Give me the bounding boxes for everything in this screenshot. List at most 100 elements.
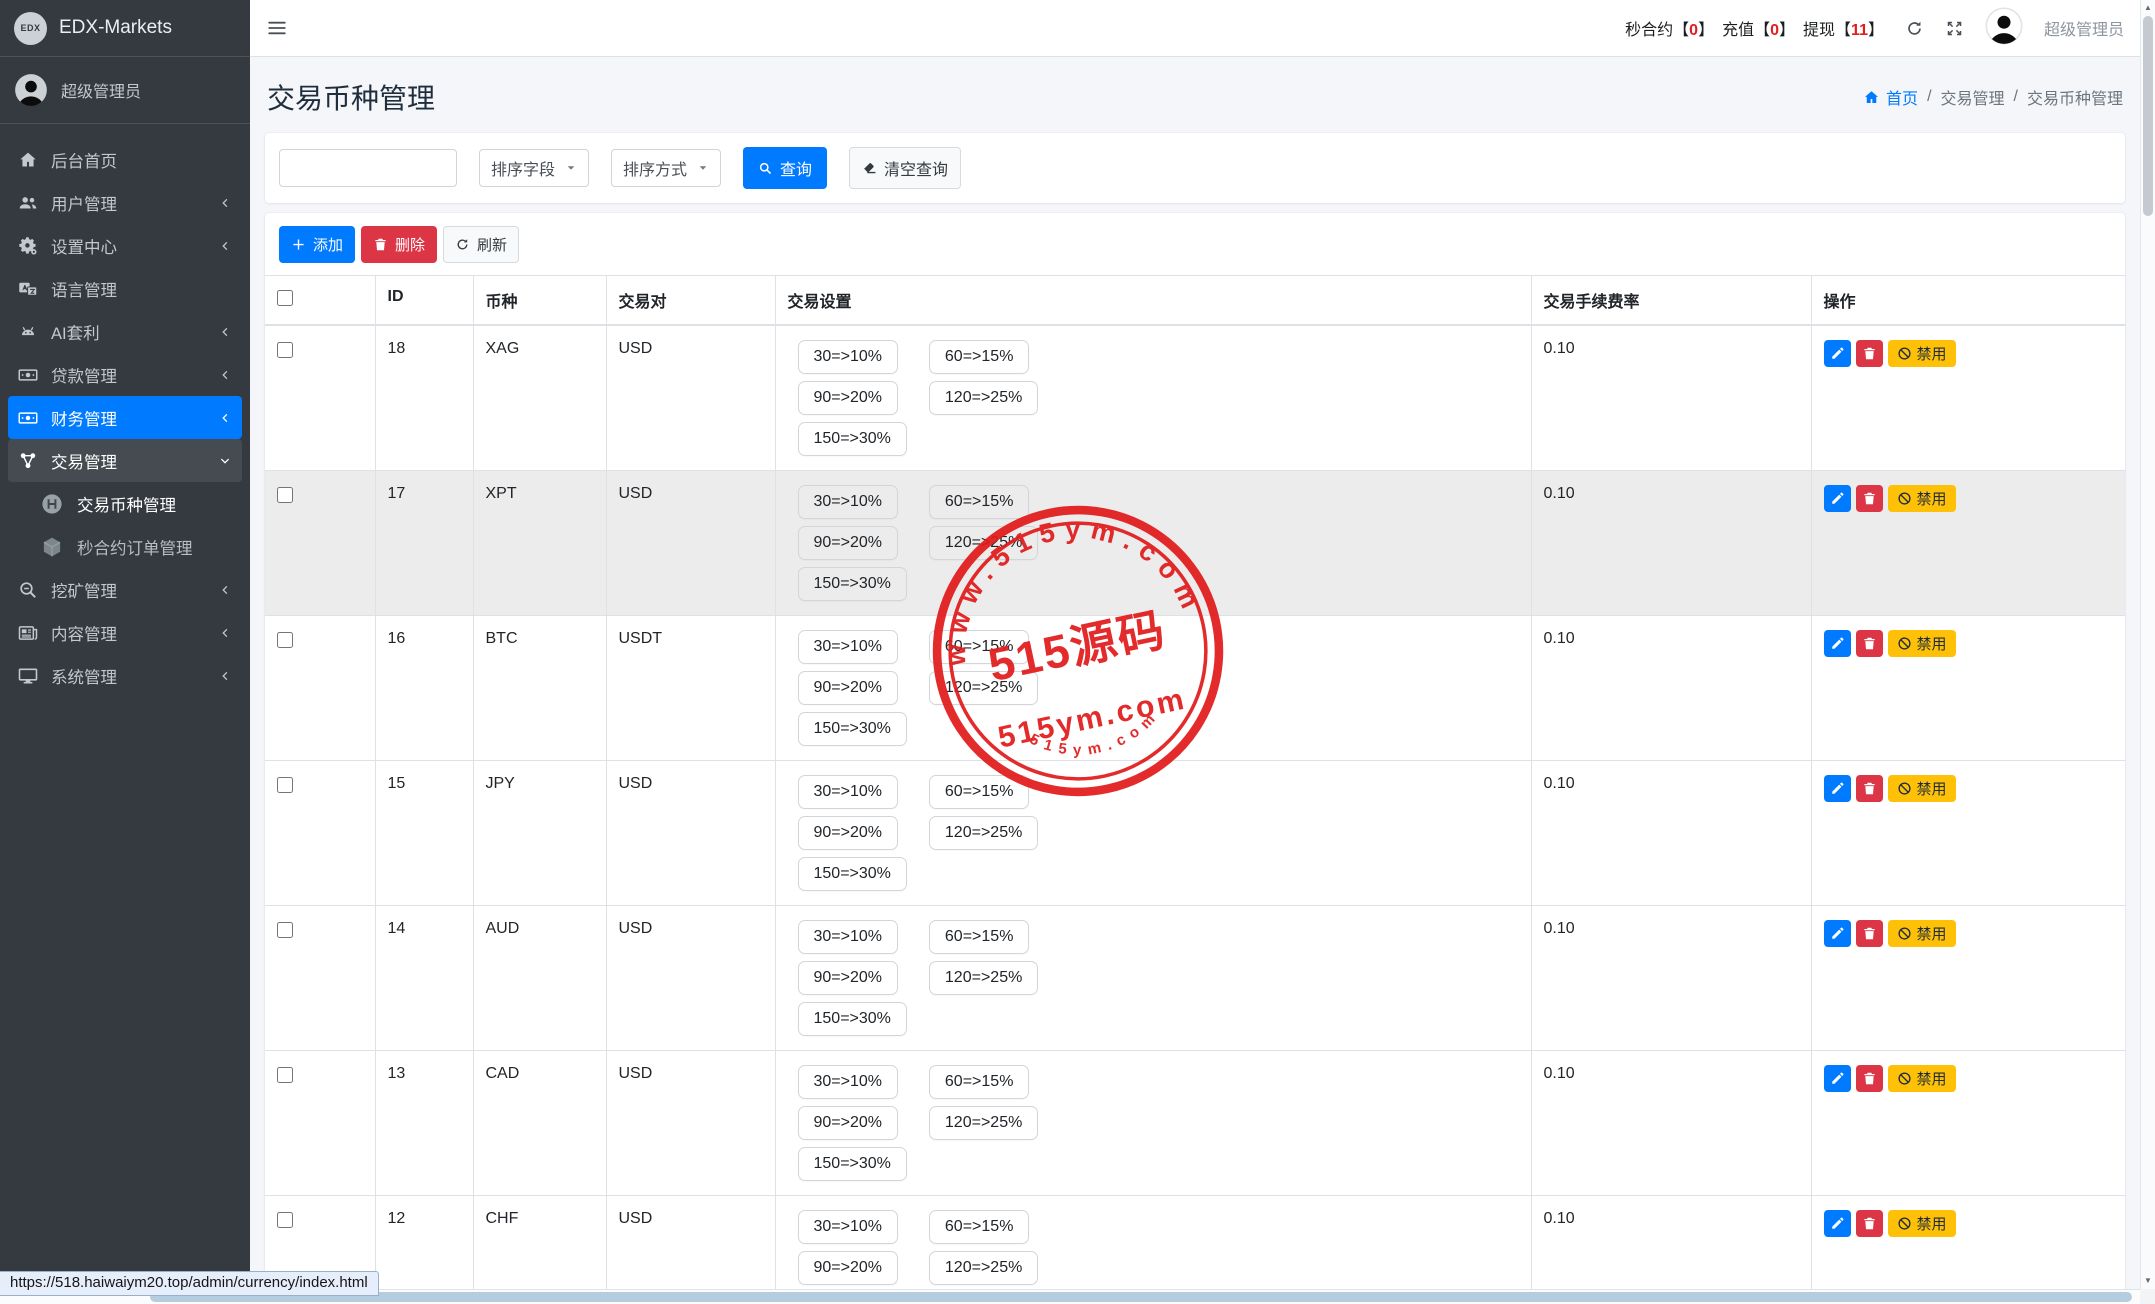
- add-button[interactable]: 添加: [279, 226, 355, 263]
- delete-button[interactable]: [1856, 630, 1883, 657]
- setting-pill[interactable]: 150=>30%: [798, 712, 907, 746]
- setting-pill[interactable]: 30=>10%: [798, 920, 899, 954]
- setting-pill[interactable]: 60=>15%: [929, 630, 1030, 664]
- setting-pill[interactable]: 90=>20%: [798, 816, 899, 850]
- edit-button[interactable]: [1824, 1065, 1851, 1092]
- row-checkbox[interactable]: [277, 922, 293, 938]
- sidebar-user-panel[interactable]: 超级管理员: [0, 57, 250, 124]
- scroll-up-arrow-icon[interactable]: ▲: [2141, 1, 2155, 15]
- sidebar-item-loans[interactable]: 贷款管理: [8, 353, 242, 396]
- setting-pill[interactable]: 150=>30%: [798, 857, 907, 891]
- select-all-checkbox[interactable]: [277, 290, 293, 306]
- setting-pill[interactable]: 90=>20%: [798, 1251, 899, 1285]
- setting-pill[interactable]: 150=>30%: [798, 567, 907, 601]
- setting-pill[interactable]: 30=>10%: [798, 630, 899, 664]
- setting-pill[interactable]: 60=>15%: [929, 340, 1030, 374]
- setting-pill[interactable]: 60=>15%: [929, 1065, 1030, 1099]
- setting-pill[interactable]: 150=>30%: [798, 1002, 907, 1036]
- sidebar-item-language[interactable]: 语言管理: [8, 267, 242, 310]
- brand[interactable]: EDX EDX-Markets: [0, 0, 250, 57]
- disable-button[interactable]: 禁用: [1888, 340, 1956, 367]
- column-header: 交易对: [606, 276, 775, 326]
- sidebar-item-trade-currency[interactable]: 交易币种管理: [8, 482, 242, 525]
- setting-pill[interactable]: 30=>10%: [798, 1065, 899, 1099]
- disable-button[interactable]: 禁用: [1888, 775, 1956, 802]
- fullscreen-icon[interactable]: [1945, 19, 1964, 38]
- edit-button[interactable]: [1824, 630, 1851, 657]
- setting-pill[interactable]: 60=>15%: [929, 775, 1030, 809]
- pencil-icon: [1830, 926, 1845, 941]
- hamburger-icon[interactable]: [266, 17, 288, 39]
- refresh-icon[interactable]: [1905, 19, 1924, 38]
- setting-pill[interactable]: 30=>10%: [798, 775, 899, 809]
- delete-selected-button[interactable]: 删除: [361, 226, 437, 263]
- scroll-down-arrow-icon[interactable]: ▼: [2141, 1274, 2155, 1288]
- setting-pill[interactable]: 120=>25%: [929, 961, 1038, 995]
- setting-pill[interactable]: 120=>25%: [929, 671, 1038, 705]
- delete-button[interactable]: [1856, 1065, 1883, 1092]
- setting-pill[interactable]: 120=>25%: [929, 1106, 1038, 1140]
- disable-button[interactable]: 禁用: [1888, 920, 1956, 947]
- avatar[interactable]: [1985, 7, 2023, 50]
- setting-pill[interactable]: 30=>10%: [798, 1210, 899, 1244]
- row-checkbox[interactable]: [277, 487, 293, 503]
- sidebar-item-finance[interactable]: 财务管理: [8, 396, 242, 439]
- sort-order-select[interactable]: 排序方式: [611, 149, 721, 187]
- setting-pill[interactable]: 120=>25%: [929, 1251, 1038, 1285]
- edit-button[interactable]: [1824, 340, 1851, 367]
- horizontal-scrollbar-thumb[interactable]: [150, 1292, 2132, 1302]
- sidebar-item-dashboard[interactable]: 后台首页: [8, 138, 242, 181]
- vertical-scrollbar-thumb[interactable]: [2143, 16, 2153, 216]
- row-checkbox[interactable]: [277, 342, 293, 358]
- breadcrumb-home[interactable]: 首页: [1863, 85, 1918, 109]
- sidebar-item-ai-arbitrage[interactable]: AI套利: [8, 310, 242, 353]
- setting-pill[interactable]: 120=>25%: [929, 526, 1038, 560]
- setting-pill[interactable]: 150=>30%: [798, 1147, 907, 1181]
- disable-button[interactable]: 禁用: [1888, 630, 1956, 657]
- setting-pill[interactable]: 90=>20%: [798, 1106, 899, 1140]
- row-checkbox[interactable]: [277, 1067, 293, 1083]
- edit-button[interactable]: [1824, 920, 1851, 947]
- vertical-scrollbar[interactable]: ▲ ▼: [2140, 0, 2155, 1289]
- setting-pill[interactable]: 60=>15%: [929, 485, 1030, 519]
- row-checkbox[interactable]: [277, 632, 293, 648]
- breadcrumb-item[interactable]: 交易管理: [1941, 85, 2005, 109]
- setting-pill[interactable]: 90=>20%: [798, 381, 899, 415]
- disable-button[interactable]: 禁用: [1888, 1210, 1956, 1237]
- setting-pill[interactable]: 60=>15%: [929, 1210, 1030, 1244]
- query-button[interactable]: 查询: [743, 147, 827, 189]
- sidebar-item-trade[interactable]: 交易管理: [8, 439, 242, 482]
- sidebar-item-system[interactable]: 系统管理: [8, 654, 242, 697]
- delete-button[interactable]: [1856, 775, 1883, 802]
- sidebar-item-settings[interactable]: 设置中心: [8, 224, 242, 267]
- setting-pill[interactable]: 90=>20%: [798, 961, 899, 995]
- edit-button[interactable]: [1824, 775, 1851, 802]
- search-input[interactable]: [279, 149, 457, 187]
- row-checkbox[interactable]: [277, 777, 293, 793]
- home-icon: [18, 150, 38, 170]
- delete-button[interactable]: [1856, 340, 1883, 367]
- setting-pill[interactable]: 90=>20%: [798, 671, 899, 705]
- refresh-button[interactable]: 刷新: [443, 226, 519, 263]
- setting-pill[interactable]: 90=>20%: [798, 526, 899, 560]
- setting-pill[interactable]: 150=>30%: [798, 422, 907, 456]
- sort-field-select[interactable]: 排序字段: [479, 149, 589, 187]
- edit-button[interactable]: [1824, 1210, 1851, 1237]
- disable-button[interactable]: 禁用: [1888, 485, 1956, 512]
- row-checkbox[interactable]: [277, 1212, 293, 1228]
- delete-button[interactable]: [1856, 485, 1883, 512]
- sidebar-item-content[interactable]: 内容管理: [8, 611, 242, 654]
- disable-button[interactable]: 禁用: [1888, 1065, 1956, 1092]
- setting-pill[interactable]: 120=>25%: [929, 816, 1038, 850]
- clear-query-button[interactable]: 清空查询: [849, 147, 961, 189]
- setting-pill[interactable]: 120=>25%: [929, 381, 1038, 415]
- delete-button[interactable]: [1856, 1210, 1883, 1237]
- setting-pill[interactable]: 60=>15%: [929, 920, 1030, 954]
- edit-button[interactable]: [1824, 485, 1851, 512]
- sidebar-item-users[interactable]: 用户管理: [8, 181, 242, 224]
- delete-button[interactable]: [1856, 920, 1883, 947]
- setting-pill[interactable]: 30=>10%: [798, 485, 899, 519]
- sidebar-item-seconds-orders[interactable]: 秒合约订单管理: [8, 525, 242, 568]
- sidebar-item-mining[interactable]: 挖矿管理: [8, 568, 242, 611]
- setting-pill[interactable]: 30=>10%: [798, 340, 899, 374]
